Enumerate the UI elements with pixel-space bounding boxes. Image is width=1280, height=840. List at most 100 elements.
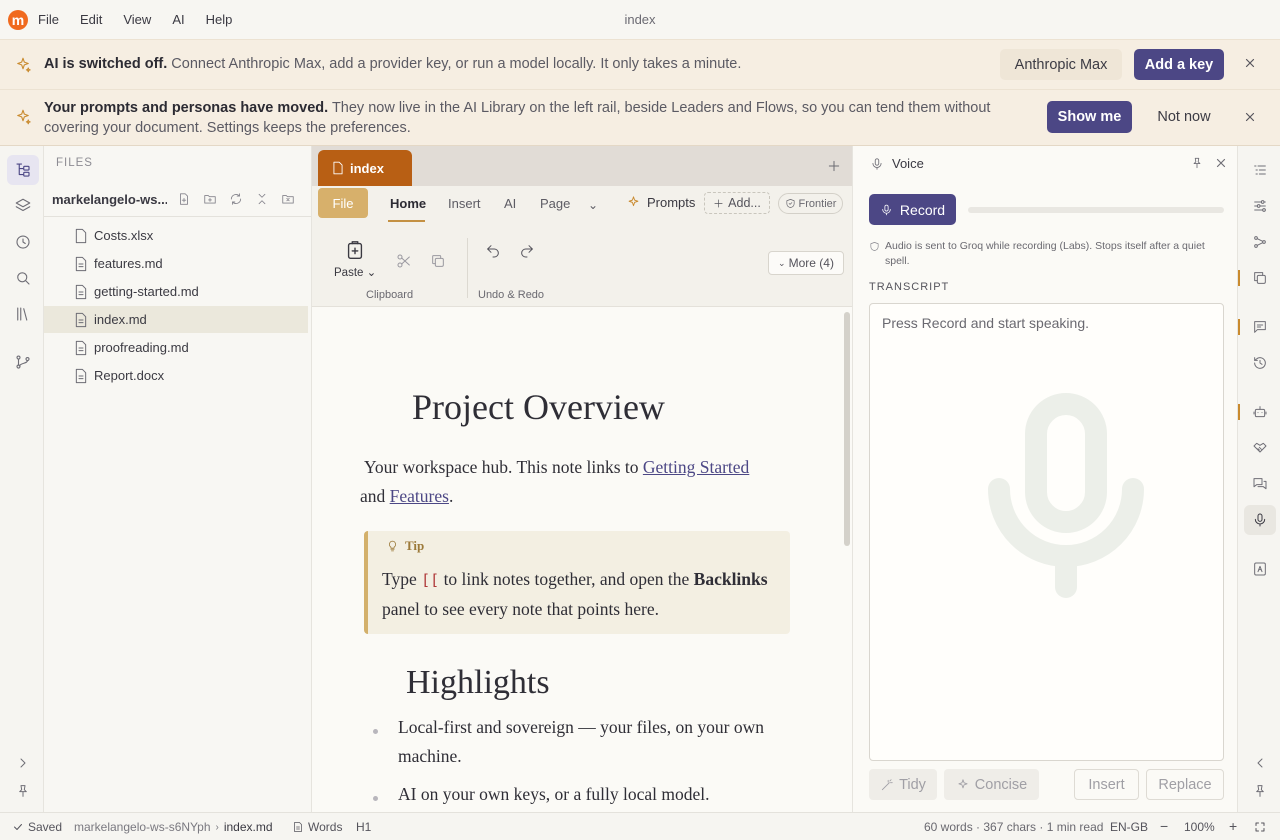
close-folder-icon[interactable] — [281, 192, 295, 206]
chevron-down-icon[interactable]: ⌄ — [588, 198, 598, 212]
menu-file[interactable]: File — [38, 12, 59, 27]
more-button[interactable]: ⌄ More (4) — [768, 251, 844, 275]
link-getting-started[interactable]: Getting Started — [643, 457, 749, 477]
tidy-button[interactable]: Tidy — [869, 769, 937, 800]
link-features[interactable]: Features — [390, 486, 449, 506]
language-selector[interactable]: EN-GB — [1110, 820, 1148, 834]
breadcrumb[interactable]: markelangelo-ws-s6NYph › index.md — [74, 820, 273, 834]
copy-pages-icon[interactable] — [1238, 263, 1276, 293]
clock-icon[interactable] — [7, 227, 39, 257]
zoom-in-button[interactable]: + — [1229, 818, 1237, 834]
add-key-button[interactable]: Add a key — [1134, 49, 1224, 80]
voice-note: Audio is sent to Groq while recording (L… — [869, 239, 1219, 269]
pin-icon[interactable] — [1244, 776, 1276, 806]
words-button[interactable]: Words — [292, 820, 342, 834]
file-label: proofreading.md — [94, 340, 189, 355]
microphone-icon[interactable] — [1244, 505, 1276, 535]
file-item-proofreading[interactable]: proofreading.md — [44, 334, 308, 361]
file-icon — [333, 161, 343, 175]
menu-help[interactable]: Help — [206, 12, 233, 27]
search-icon[interactable] — [7, 263, 39, 293]
app-logo[interactable]: m — [8, 9, 28, 30]
document-body[interactable]: Project Overview Your workspace hub. Thi… — [312, 308, 852, 812]
file-item-costs[interactable]: Costs.xlsx — [44, 222, 308, 249]
not-now-button[interactable]: Not now — [1144, 101, 1224, 133]
redo-icon[interactable] — [519, 243, 535, 259]
anthropic-max-button[interactable]: Anthropic Max — [1000, 49, 1122, 80]
handshake-icon[interactable] — [1244, 433, 1276, 463]
library-icon[interactable] — [7, 299, 39, 329]
file-text-icon — [294, 822, 302, 832]
check-icon — [14, 824, 22, 830]
frontier-badge[interactable]: Frontier — [778, 193, 843, 214]
copy-icon[interactable] — [430, 253, 446, 269]
zoom-out-button[interactable]: − — [1160, 818, 1168, 834]
tip-part: Type — [382, 569, 422, 589]
chat-icon[interactable] — [1244, 469, 1276, 499]
tab-home[interactable]: Home — [390, 196, 426, 211]
transcript-textarea[interactable]: Press Record and start speaking. — [869, 303, 1224, 761]
insert-button[interactable]: Insert — [1074, 769, 1139, 800]
file-item-report[interactable]: Report.docx — [44, 362, 308, 389]
flows-icon[interactable] — [7, 347, 39, 377]
chevron-right-icon[interactable] — [7, 748, 39, 778]
outline-icon[interactable] — [1244, 155, 1276, 185]
menu-ai[interactable]: AI — [172, 12, 184, 27]
tab-insert[interactable]: Insert — [448, 196, 481, 211]
cut-icon[interactable] — [396, 253, 412, 269]
concise-button[interactable]: Concise — [944, 769, 1039, 800]
undo-icon[interactable] — [485, 243, 501, 259]
breadcrumb-file[interactable]: index.md — [224, 820, 273, 834]
clipboard-icon — [348, 241, 363, 259]
collapse-icon[interactable] — [255, 192, 269, 206]
breadcrumb-workspace[interactable]: markelangelo-ws-s6NYph — [74, 820, 211, 834]
file-item-features[interactable]: features.md — [44, 250, 308, 277]
scrollbar[interactable] — [844, 312, 850, 546]
add-button[interactable]: Add... — [704, 192, 770, 214]
chevron-left-icon[interactable] — [1244, 748, 1276, 778]
plus-icon[interactable] — [826, 158, 842, 174]
close-icon[interactable] — [1243, 110, 1257, 124]
tidy-label: Tidy — [899, 776, 926, 793]
paste-label: Paste — [334, 267, 364, 279]
new-file-icon[interactable] — [177, 192, 191, 206]
graph-icon[interactable] — [1244, 227, 1276, 257]
fullscreen-icon[interactable] — [1254, 821, 1270, 833]
pin-icon[interactable] — [7, 776, 39, 806]
file-label: index.md — [94, 312, 147, 327]
close-icon[interactable] — [1243, 56, 1257, 70]
record-button[interactable]: Record — [869, 194, 956, 225]
refresh-icon[interactable] — [229, 192, 243, 206]
tab-ai[interactable]: AI — [504, 196, 516, 211]
text-style-icon[interactable] — [1244, 554, 1276, 584]
tip-bold: Backlinks — [693, 569, 768, 589]
menu-edit[interactable]: Edit — [80, 12, 102, 27]
layers-icon[interactable] — [7, 191, 39, 221]
sliders-icon[interactable] — [1244, 191, 1276, 221]
file-item-getting-started[interactable]: getting-started.md — [44, 278, 308, 305]
ribbon: File Home Insert AI Page ⌄ Prompts Add..… — [312, 186, 852, 307]
paste-button[interactable]: Paste ⌄ — [334, 239, 376, 279]
close-icon[interactable] — [1214, 156, 1228, 170]
new-folder-icon[interactable] — [203, 192, 217, 206]
show-me-button[interactable]: Show me — [1047, 101, 1132, 133]
zoom-level[interactable]: 100% — [1184, 820, 1215, 834]
file-tree-icon[interactable] — [7, 155, 39, 185]
tab-index[interactable]: index — [318, 150, 412, 186]
replace-button[interactable]: Replace — [1146, 769, 1224, 800]
comments-icon[interactable] — [1238, 312, 1276, 342]
robot-icon[interactable] — [1238, 397, 1276, 427]
file-text-icon — [75, 284, 87, 299]
prompts-button[interactable]: Prompts — [626, 195, 695, 210]
menu-view[interactable]: View — [123, 12, 151, 27]
file-menu-button[interactable]: File — [318, 188, 368, 218]
banner-prompts-title: Your prompts and personas have moved. — [44, 100, 329, 116]
file-item-index[interactable]: index.md — [44, 306, 308, 333]
banner-ai-title: AI is switched off. — [44, 56, 168, 72]
workspace-name[interactable]: markelangelo-ws... — [52, 192, 167, 207]
list-item: AI on your own keys, or a fully local mo… — [398, 784, 710, 804]
file-text-icon — [75, 340, 87, 355]
tab-page[interactable]: Page — [540, 196, 570, 211]
pin-icon[interactable] — [1190, 156, 1204, 170]
history-icon[interactable] — [1244, 348, 1276, 378]
